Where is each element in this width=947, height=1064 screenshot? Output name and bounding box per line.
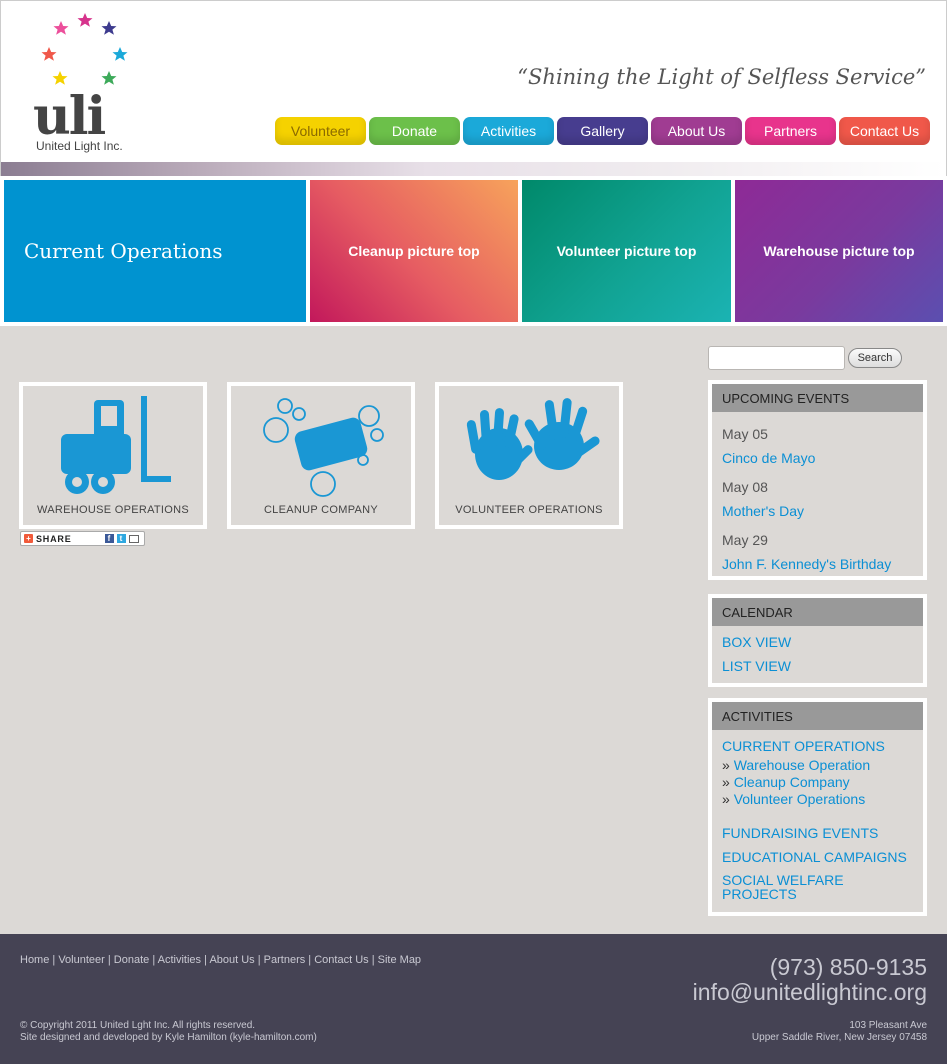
twitter-icon[interactable]: t [116, 534, 126, 543]
hands-icon [466, 398, 600, 480]
cleanup-company-link[interactable]: » Cleanup Company [722, 774, 913, 791]
footer-link-volunteer[interactable]: Volunteer [58, 954, 104, 966]
nav-partners-button[interactable]: Partners [745, 117, 836, 145]
nav-donate-button[interactable]: Donate [369, 117, 460, 145]
search-button[interactable]: Search [848, 348, 902, 368]
footer-nav-separator: | [49, 954, 59, 966]
upcoming-events-box: UPCOMING EVENTS May 05 Cinco de Mayo May… [708, 380, 927, 580]
header-photo-strip [1, 162, 946, 176]
list-view-link[interactable]: LIST VIEW [722, 658, 913, 674]
nav-about-us-button[interactable]: About Us [651, 117, 742, 145]
email-icon[interactable] [128, 534, 139, 543]
activities-heading: ACTIVITIES [712, 702, 923, 730]
upcoming-events-heading: UPCOMING EVENTS [712, 384, 923, 412]
activities-box: ACTIVITIES CURRENT OPERATIONS » Warehous… [708, 698, 927, 916]
logo-wordmark: uli [33, 86, 106, 147]
banner: Current Operations Cleanup picture top V… [0, 176, 947, 326]
educational-campaigns-link[interactable]: EDUCATIONAL CAMPAIGNS [722, 849, 913, 865]
tagline: “Shining the Light of Selfless Service” [517, 65, 926, 89]
forklift-icon [61, 396, 171, 494]
site-footer: Home | Volunteer | Donate | Activities |… [0, 934, 947, 1064]
footer-nav-separator: | [305, 954, 315, 966]
footer-link-home[interactable]: Home [20, 954, 49, 966]
event-date: May 29 [722, 532, 768, 548]
card-cleanup-company[interactable]: CLEANUP COMPANY [227, 382, 415, 529]
footer-nav-separator: | [254, 954, 264, 966]
event-link[interactable]: John F. Kennedy's Birthday [722, 556, 913, 572]
main-nav: Volunteer Donate Activities Gallery About Us… [275, 117, 930, 145]
soap-bubbles-icon [263, 398, 384, 497]
event-link[interactable]: Mother's Day [722, 503, 913, 519]
nav-gallery-button[interactable]: Gallery [557, 117, 648, 145]
banner-warehouse-tile[interactable]: Warehouse picture top [735, 180, 943, 322]
footer-copyright: © Copyright 2011 United Lght Inc. All ri… [20, 1020, 317, 1043]
share-button[interactable]: + SHARE f t [20, 531, 145, 546]
card-label: CLEANUP COMPANY [263, 504, 379, 516]
facebook-icon[interactable]: f [104, 534, 114, 543]
site-header: uli United Light Inc. “Shining the Light… [0, 0, 947, 176]
nav-activities-button[interactable]: Activities [463, 117, 554, 145]
nav-volunteer-button[interactable]: Volunteer [275, 117, 366, 145]
footer-link-partners[interactable]: Partners [264, 954, 306, 966]
box-view-link[interactable]: BOX VIEW [722, 634, 913, 650]
banner-current-operations: Current Operations [4, 180, 306, 322]
card-warehouse-operations[interactable]: WAREHOUSE OPERATIONS [19, 382, 207, 529]
current-operations-link[interactable]: CURRENT OPERATIONS [722, 738, 913, 754]
footer-link-donate[interactable]: Donate [114, 954, 149, 966]
logo-subtitle: United Light Inc. [36, 139, 123, 153]
footer-link-activities[interactable]: Activities [158, 954, 201, 966]
event-date: May 08 [722, 479, 768, 495]
card-label: VOLUNTEER OPERATIONS [455, 504, 603, 516]
footer-link-about-us[interactable]: About Us [209, 954, 254, 966]
footer-nav: Home | Volunteer | Donate | Activities |… [20, 954, 421, 966]
footer-email[interactable]: info@unitedlightinc.org [693, 979, 927, 1006]
footer-phone: (973) 850-9135 [769, 954, 927, 980]
calendar-heading: CALENDAR [712, 598, 923, 626]
share-label: SHARE [36, 533, 72, 544]
event-link[interactable]: Cinco de Mayo [722, 450, 913, 466]
fundraising-events-link[interactable]: FUNDRAISING EVENTS [722, 825, 913, 841]
footer-address: 103 Pleasant Ave Upper Saddle River, New… [751, 1020, 927, 1043]
search-input[interactable] [708, 346, 845, 370]
site-logo[interactable]: uli United Light Inc. [25, 9, 145, 159]
plus-icon: + [24, 534, 33, 543]
calendar-box: CALENDAR BOX VIEW LIST VIEW [708, 594, 927, 687]
volunteer-operations-link[interactable]: » Volunteer Operations [722, 791, 913, 808]
card-volunteer-operations[interactable]: VOLUNTEER OPERATIONS [435, 382, 623, 529]
footer-link-contact-us[interactable]: Contact Us [314, 954, 368, 966]
social-welfare-projects-link[interactable]: SOCIAL WELFARE PROJECTS [722, 873, 913, 901]
nav-contact-us-button[interactable]: Contact Us [839, 117, 930, 145]
footer-nav-separator: | [149, 954, 158, 966]
banner-cleanup-tile[interactable]: Cleanup picture top [310, 180, 518, 322]
banner-volunteer-tile[interactable]: Volunteer picture top [522, 180, 731, 322]
footer-nav-separator: | [104, 954, 114, 966]
footer-nav-separator: | [368, 954, 378, 966]
event-date: May 05 [722, 426, 768, 442]
warehouse-operation-link[interactable]: » Warehouse Operation [722, 757, 913, 774]
card-label: WAREHOUSE OPERATIONS [36, 504, 190, 516]
footer-link-site-map[interactable]: Site Map [378, 954, 421, 966]
